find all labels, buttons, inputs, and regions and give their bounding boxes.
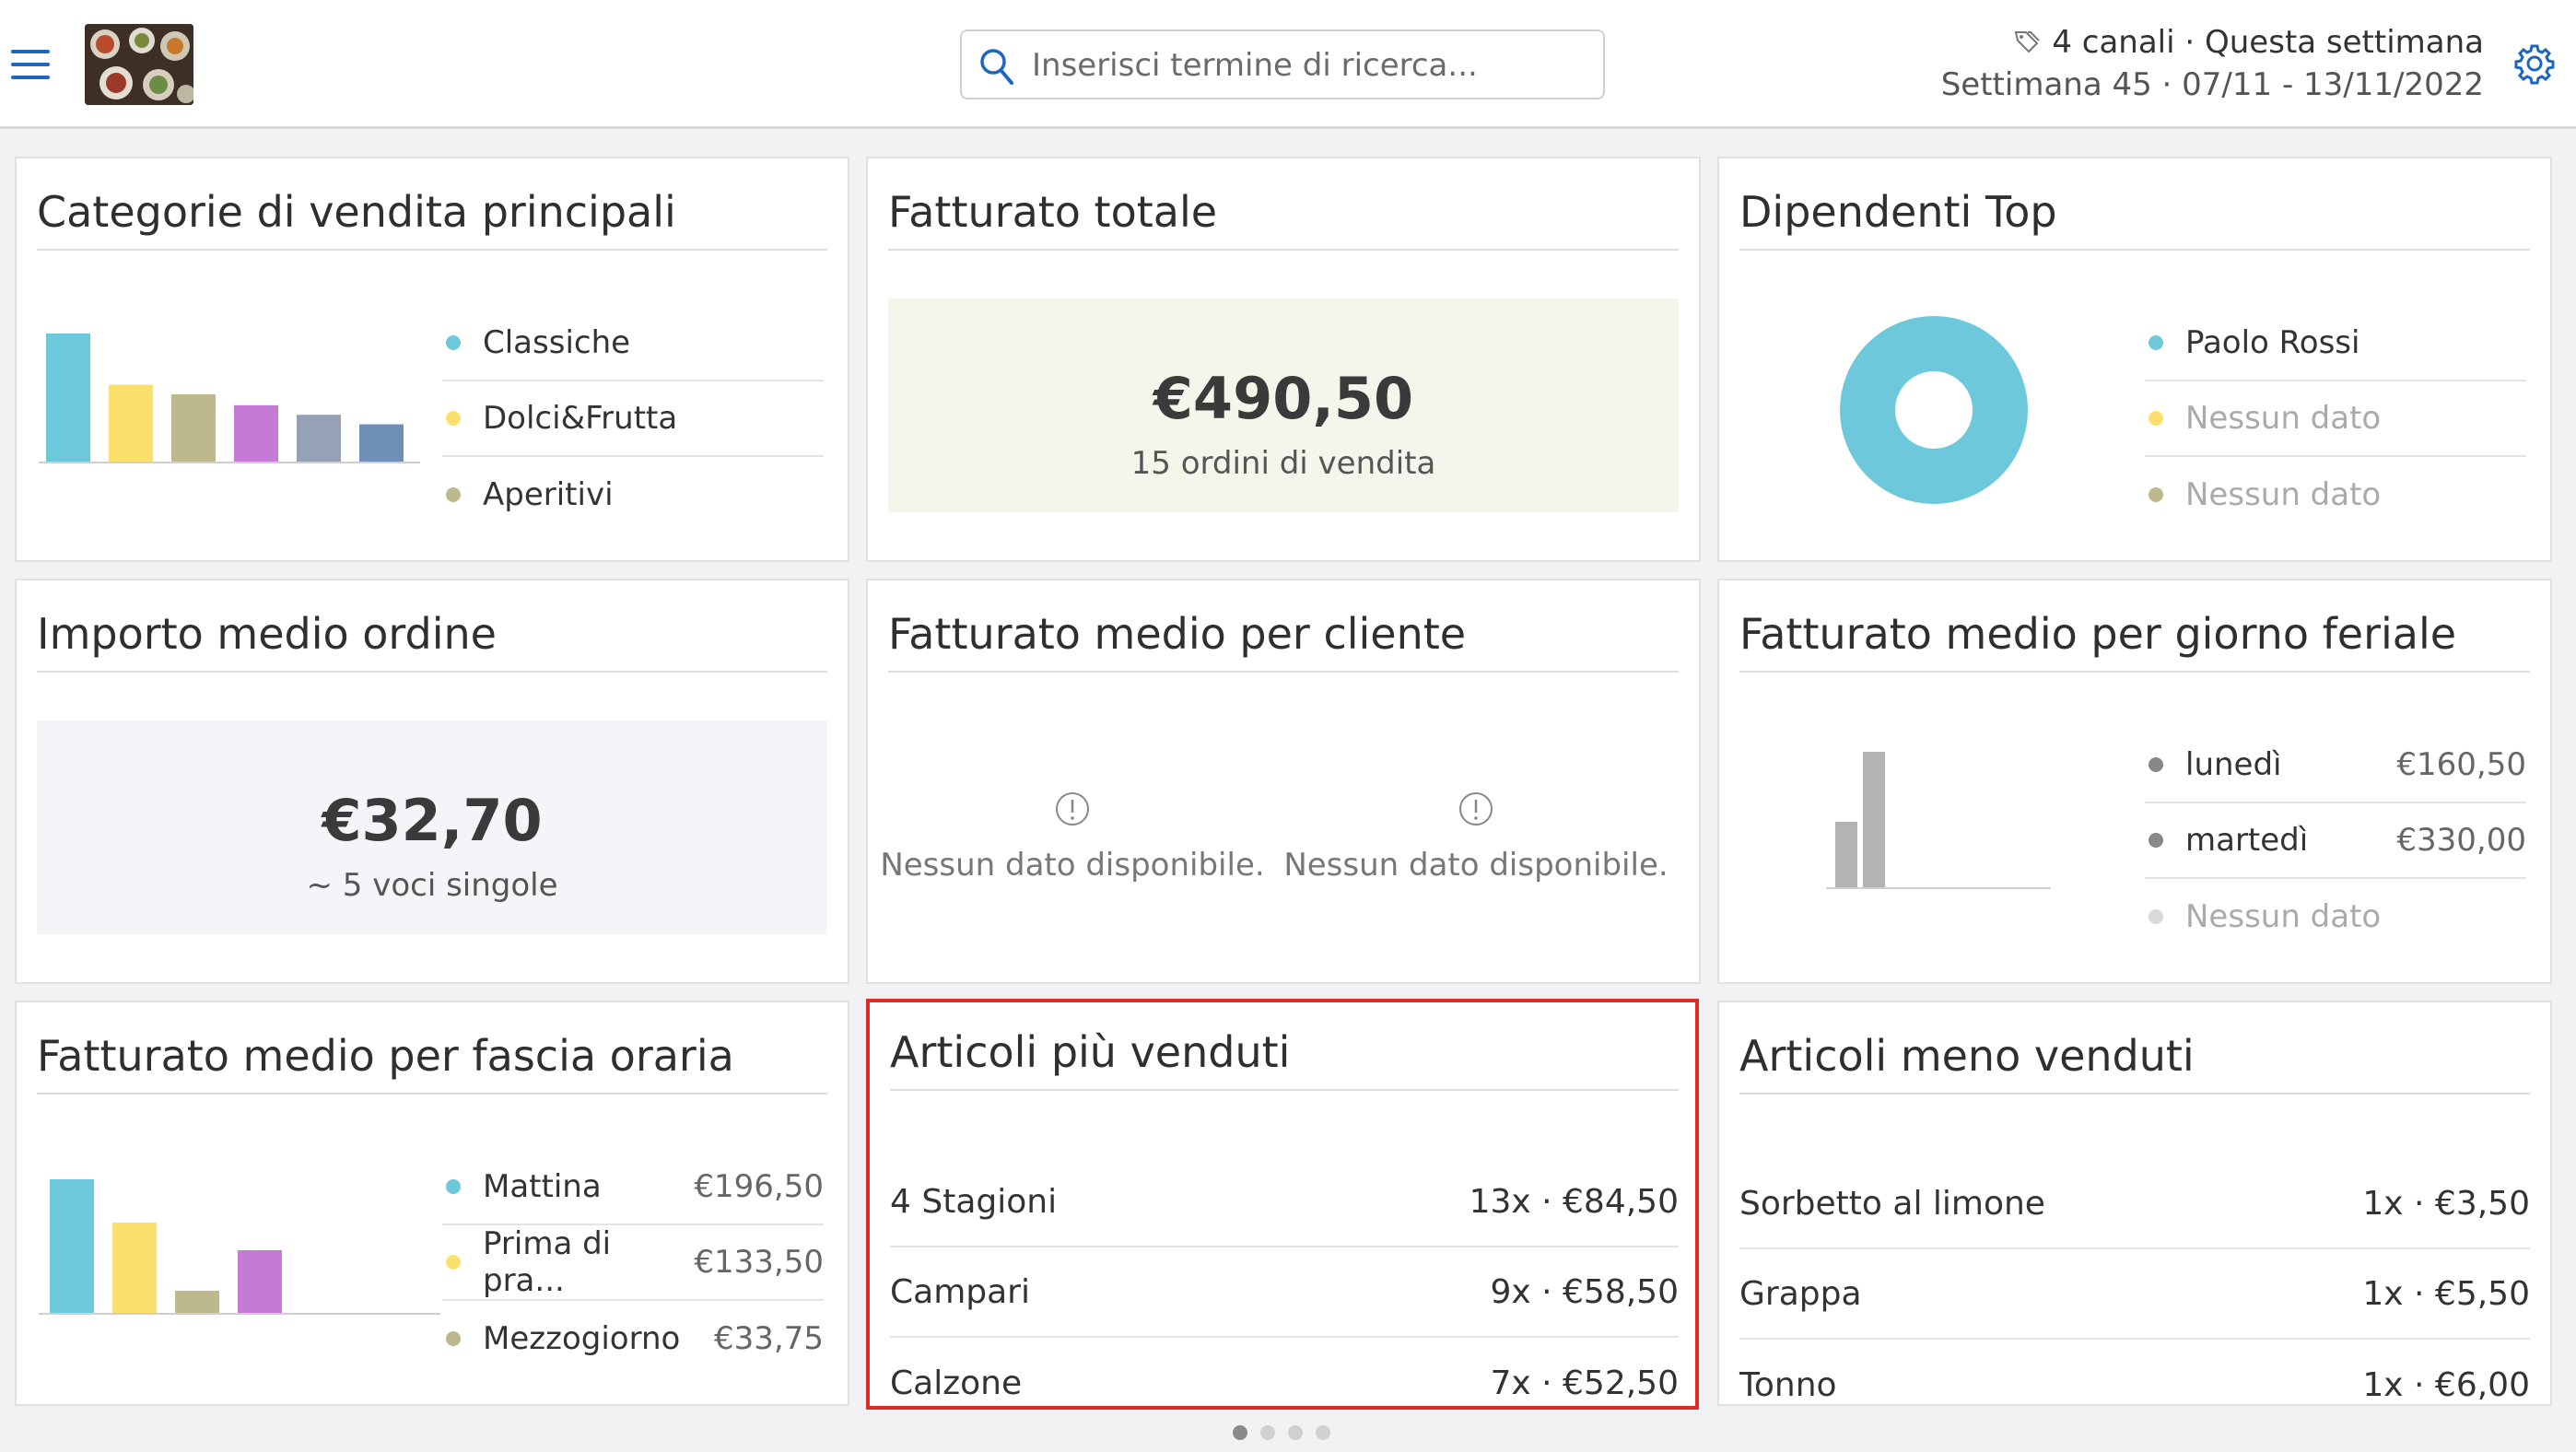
legend-item: lunedì €160,50 [2145, 728, 2526, 803]
page-dot[interactable] [1260, 1425, 1275, 1440]
card-avg-per-customer[interactable]: Fatturato medio per cliente Nessun dato … [866, 579, 1701, 984]
best-sellers-list: 4 Stagioni 13x · €84,50 Campari 9x · €58,5… [890, 1157, 1679, 1428]
timeslot-legend: Mattina €196,50 Prima di pra... €133,50 Me… [442, 1150, 824, 1376]
card-title: Dipendenti Top [1739, 173, 2530, 251]
no-data-message: Nessun dato disponibile. [1282, 790, 1669, 884]
category-bar [46, 334, 90, 463]
category-bar [109, 384, 153, 463]
legend-item: Aperitivi [442, 457, 824, 533]
legend-dot [446, 335, 461, 350]
card-title: Fatturato medio per cliente [888, 595, 1679, 673]
legend-dot [446, 487, 461, 502]
legend-item: Nessun dato [2145, 381, 2526, 457]
legend-dot [2149, 757, 2163, 772]
legend-item: martedì €330,00 [2145, 803, 2526, 879]
legend-dot [2149, 909, 2163, 924]
bar-martedi [1863, 752, 1885, 888]
card-worst-sellers[interactable]: Articoli meno venduti Sorbetto al limone… [1717, 1001, 2552, 1406]
card-title: Articoli più venduti [890, 1013, 1679, 1091]
legend-item: Classiche [442, 306, 824, 381]
gear-icon[interactable] [2513, 42, 2556, 85]
list-item[interactable]: Campari 9x · €58,50 [890, 1247, 1679, 1338]
channel-tags-icon [2015, 31, 2041, 53]
channels-label: 4 canali · Questa settimana [2052, 24, 2484, 61]
card-title: Fatturato medio per fascia oraria [37, 1017, 827, 1095]
card-avg-per-weekday[interactable]: Fatturato medio per giorno feriale luned… [1717, 579, 2552, 984]
list-item[interactable]: Grappa 1x · €5,50 [1739, 1249, 2530, 1340]
menu-icon[interactable] [11, 50, 50, 79]
search-icon [980, 49, 1013, 85]
legend-item: Nessun dato [2145, 457, 2526, 533]
legend-item: Paolo Rossi [2145, 306, 2526, 381]
list-item[interactable]: Tonno 1x · €6,00 [1739, 1340, 2530, 1430]
page-dot[interactable] [1288, 1425, 1303, 1440]
restaurant-logo [85, 24, 193, 105]
page-dot[interactable] [1316, 1425, 1330, 1440]
week-label: Settimana 45 · 07/11 - 13/11/2022 [1940, 66, 2484, 103]
donut-slice [1840, 316, 2028, 504]
list-item[interactable]: 4 Stagioni 13x · €84,50 [890, 1157, 1679, 1247]
legend-dot [446, 1179, 461, 1194]
card-best-sellers[interactable]: Articoli più venduti 4 Stagioni 13x · €84… [866, 999, 1699, 1410]
card-top-employees[interactable]: Dipendenti Top Paolo Rossi Nessun dato N… [1717, 157, 2552, 562]
avg-order-box: €32,70 ~ 5 voci singole [37, 720, 827, 934]
legend-dot [2149, 411, 2163, 426]
legend-dot [446, 1331, 461, 1346]
legend-item: Nessun dato [2145, 879, 2526, 954]
card-avg-order[interactable]: Importo medio ordine €32,70 ~ 5 voci sin… [15, 579, 849, 984]
legend-dot [2149, 833, 2163, 848]
worst-sellers-list: Sorbetto al limone 1x · €3,50 Grappa 1x · … [1739, 1159, 2530, 1430]
categories-legend: Classiche Dolci&Frutta Aperitivi [442, 306, 824, 533]
total-revenue-value: €490,50 [1153, 365, 1414, 432]
card-title: Fatturato medio per giorno feriale [1739, 595, 2530, 673]
total-revenue-box: €490,50 15 ordini di vendita [888, 299, 1679, 512]
employees-legend: Paolo Rossi Nessun dato Nessun dato [2145, 306, 2526, 533]
period-selector[interactable]: 4 canali · Questa settimana Settimana 45… [1941, 20, 2484, 103]
bar-slot-4 [238, 1250, 282, 1314]
card-title: Categorie di vendita principali [37, 173, 827, 251]
card-avg-per-timeslot[interactable]: Fatturato medio per fascia oraria Mattin… [15, 1001, 849, 1406]
legend-dot [446, 1255, 461, 1270]
card-title: Fatturato totale [888, 173, 1679, 251]
info-icon [1459, 792, 1493, 826]
avg-order-value: €32,70 [322, 787, 543, 854]
page-indicator [1233, 1425, 1330, 1440]
list-item[interactable]: Sorbetto al limone 1x · €3,50 [1739, 1159, 2530, 1249]
categories-bar-chart [39, 334, 420, 463]
bar-prima-di-pranzo [112, 1223, 157, 1314]
total-orders-count: 15 ordini di vendita [1130, 445, 1436, 482]
employees-donut-chart [1840, 316, 2028, 504]
category-bar [171, 394, 216, 463]
card-total-revenue[interactable]: Fatturato totale €490,50 15 ordini di ve… [866, 157, 1701, 562]
category-bar [297, 415, 341, 463]
search-box[interactable] [960, 29, 1605, 100]
category-bar [234, 404, 278, 463]
weekday-legend: lunedì €160,50 martedì €330,00 Nessun dato [2145, 728, 2526, 954]
card-title: Articoli meno venduti [1739, 1017, 2530, 1095]
legend-dot [446, 411, 461, 426]
bar-mezzogiorno [175, 1291, 219, 1314]
bar-lunedi [1835, 822, 1857, 888]
top-bar: 4 canali · Questa settimana Settimana 45… [0, 0, 2576, 129]
legend-item: Mattina €196,50 [442, 1150, 824, 1225]
info-icon [1056, 792, 1089, 826]
avg-order-items: ~ 5 voci singole [306, 867, 558, 904]
bar-mattina [50, 1179, 94, 1314]
list-item[interactable]: Calzone 7x · €52,50 [890, 1338, 1679, 1428]
page-dot[interactable] [1233, 1425, 1247, 1440]
legend-item: Prima di pra... €133,50 [442, 1225, 824, 1301]
legend-item: Mezzogiorno €33,75 [442, 1301, 824, 1376]
category-bar [359, 424, 404, 463]
no-data-message: Nessun dato disponibile. [879, 790, 1266, 884]
card-title: Importo medio ordine [37, 595, 827, 673]
timeslot-bar-chart [39, 1179, 440, 1315]
search-input[interactable] [1032, 41, 1585, 90]
legend-dot [2149, 335, 2163, 350]
weekday-bar-chart [1826, 752, 2051, 889]
card-top-categories[interactable]: Categorie di vendita principali Classich… [15, 157, 849, 562]
legend-dot [2149, 487, 2163, 502]
legend-item: Dolci&Frutta [442, 381, 824, 457]
